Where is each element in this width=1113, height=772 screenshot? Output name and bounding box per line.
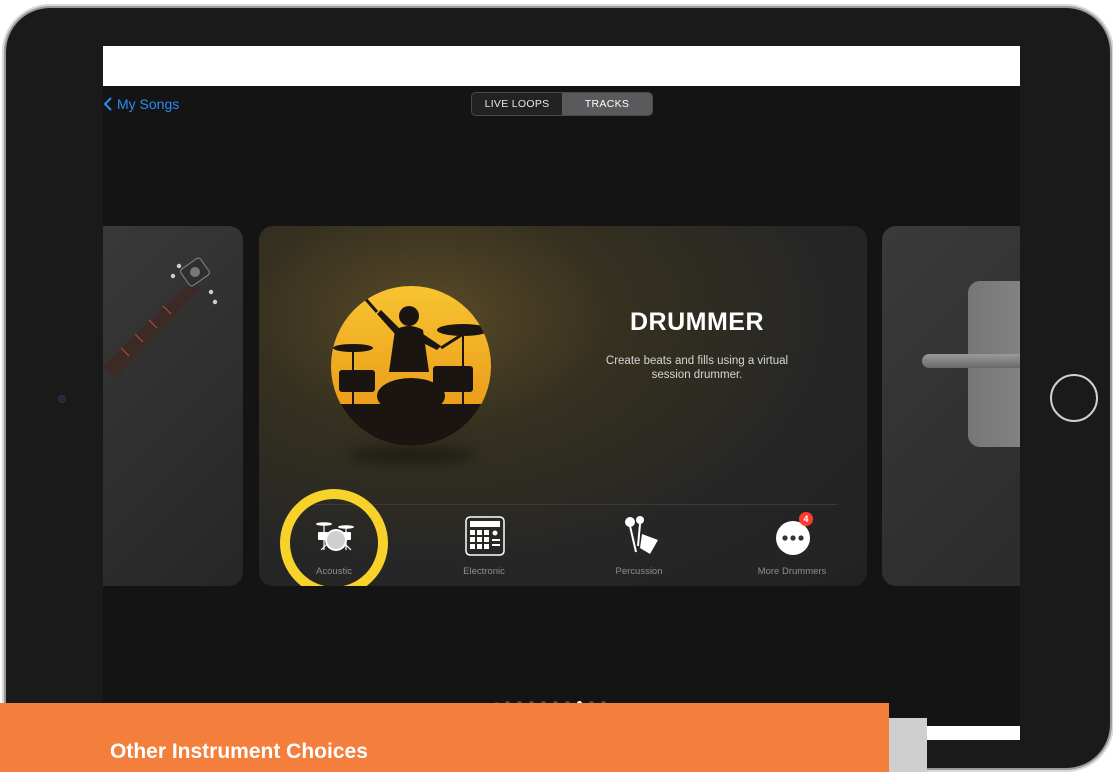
instrument-card-next[interactable] <box>882 226 1020 586</box>
home-button[interactable] <box>1050 374 1098 422</box>
divider <box>299 504 837 505</box>
option-more-drummers[interactable]: 4 More Drummers <box>737 512 847 580</box>
option-electronic[interactable]: Electronic <box>429 516 539 580</box>
grey-block <box>889 718 927 772</box>
chevron-left-icon <box>103 97 112 111</box>
caption-text: Other Instrument Choices <box>110 740 368 763</box>
mode-segmented-control: LIVE LOOPS TRACKS <box>471 92 653 116</box>
percussion-icon <box>625 516 658 554</box>
option-label: More Drummers <box>757 566 827 577</box>
guitar-icon <box>103 257 218 378</box>
notification-badge: 4 <box>799 512 813 526</box>
acoustic-drum-kit-icon <box>316 522 354 551</box>
drum-pad-icon <box>465 516 505 556</box>
drummer-silhouette-icon <box>331 286 491 446</box>
option-label: Acoustic <box>316 566 352 577</box>
option-label: Electronic <box>463 566 505 577</box>
option-percussion[interactable]: Percussion <box>584 516 694 580</box>
instrument-card-guitar[interactable] <box>103 226 243 586</box>
instrument-card-drummer[interactable]: DRUMMER Create beats and fills using a v… <box>259 226 867 586</box>
caption-banner: Other Instrument Choices <box>0 703 889 772</box>
option-acoustic[interactable]: Acoustic <box>279 516 389 580</box>
instrument-description: Create beats and fills using a virtual s… <box>605 355 789 381</box>
back-button[interactable]: My Songs <box>103 94 179 114</box>
garageband-screen: My Songs LIVE LOOPS TRACKS DRUMMER Creat… <box>103 46 1020 740</box>
status-bar <box>103 46 1020 86</box>
back-button-label: My Songs <box>117 96 180 112</box>
option-label: Percussion <box>615 566 663 577</box>
segment-tracks[interactable]: TRACKS <box>562 93 652 115</box>
fader-handle <box>922 354 1020 368</box>
screen-strip <box>923 726 1020 740</box>
camera-icon <box>58 395 66 403</box>
segment-live-loops[interactable]: LIVE LOOPS <box>472 93 562 115</box>
instrument-title: DRUMMER <box>629 308 765 336</box>
